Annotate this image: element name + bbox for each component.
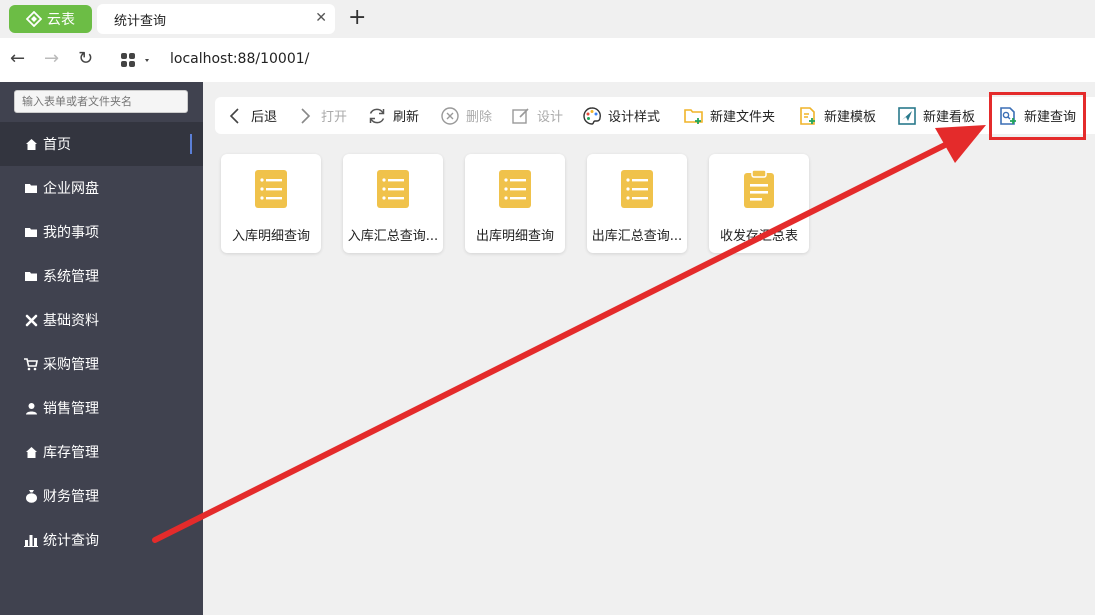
refresh-icon [369,108,385,123]
sidebar-item-statistics-query[interactable]: 统计查询 [0,518,203,562]
folder-icon [24,225,38,239]
card-item[interactable]: 入库明细查询 [221,154,321,253]
sidebar-item-inventory-management[interactable]: 库存管理 [0,430,203,474]
sidebar-item-finance-management[interactable]: 财务管理 [0,474,203,518]
address-text[interactable]: localhost:88/10001/ [170,51,309,67]
reload-icon[interactable]: ↻ [78,48,93,69]
card-label: 出库汇总查询... [591,229,683,244]
sidebar-item-home[interactable]: 首页 [0,122,203,166]
chevron-right-icon [301,107,311,124]
sidebar-item-label: 销售管理 [43,401,99,417]
refresh-label: 刷新 [393,110,420,125]
refresh-button[interactable]: 刷新 [367,97,419,134]
browser-tab[interactable]: 统计查询 ✕ [97,4,335,34]
app-logo-icon [26,11,42,27]
card-label: 入库明细查询 [231,229,310,244]
user-icon [24,401,38,415]
card-item[interactable]: 收发存汇总表 [709,154,809,253]
back-button[interactable]: 后退 [225,97,277,134]
new-folder-button[interactable]: 新建文件夹 [684,97,775,134]
money-bag-icon [24,489,38,503]
bar-chart-icon [24,533,38,547]
toolbar: 后退 打开 刷新 删除 设计 设计样式 新建文件夹 新建模板 新建看板 新建查询 [215,97,1095,134]
card-label: 收发存汇总表 [719,229,798,244]
back-arrow-icon[interactable]: ← [10,48,25,69]
design-style-label: 设计样式 [608,110,661,125]
sidebar-item-purchase-management[interactable]: 采购管理 [0,342,203,386]
home-icon [24,445,38,459]
list-doc-icon [377,170,409,208]
sidebar-item-sales-management[interactable]: 销售管理 [0,386,203,430]
chevron-left-icon [229,107,239,124]
sidebar-item-label: 我的事项 [43,225,99,241]
close-icon[interactable]: ✕ [315,10,327,26]
list-doc-icon [499,170,531,208]
tab-title: 统计查询 [114,13,167,29]
highlight-box [989,92,1086,140]
list-doc-icon [255,170,287,208]
open-button[interactable]: 打开 [295,97,347,134]
sidebar-item-label: 基础资料 [43,313,99,329]
folder-icon [24,181,38,195]
delete-label: 删除 [466,110,493,125]
new-template-icon [800,106,815,125]
sidebar-item-my-tasks[interactable]: 我的事项 [0,210,203,254]
sidebar-item-label: 首页 [43,137,71,153]
card-label: 入库汇总查询... [347,229,439,244]
forward-arrow-icon[interactable]: → [44,48,59,69]
cart-icon [24,357,38,371]
card-item[interactable]: 出库汇总查询... [587,154,687,253]
new-template-label: 新建模板 [824,110,877,125]
apps-grid-icon[interactable] [120,52,150,72]
sidebar-item-enterprise-drive[interactable]: 企业网盘 [0,166,203,210]
card-label: 出库明细查询 [475,229,554,244]
sidebar-item-label: 财务管理 [43,489,99,505]
folder-icon [24,269,38,283]
new-dashboard-button[interactable]: 新建看板 [897,97,975,134]
browser-tab-bar: 云表 统计查询 ✕ + [0,0,1095,38]
new-tab-icon[interactable]: + [348,6,366,30]
design-button[interactable]: 设计 [511,97,563,134]
sidebar: 首页 企业网盘 我的事项 系统管理 基础资料 [0,82,203,615]
sidebar-search-input[interactable] [14,90,188,113]
sidebar-item-system-management[interactable]: 系统管理 [0,254,203,298]
design-style-button[interactable]: 设计样式 [582,97,660,134]
tools-icon [24,313,38,327]
sidebar-item-label: 统计查询 [43,533,99,549]
sidebar-item-basic-data[interactable]: 基础资料 [0,298,203,342]
palette-icon [583,106,601,125]
address-bar [0,38,1095,82]
delete-button[interactable]: 删除 [440,97,492,134]
new-folder-icon [684,108,703,124]
app-badge[interactable]: 云表 [9,5,92,33]
app-name: 云表 [47,12,75,28]
new-dashboard-label: 新建看板 [923,110,976,125]
new-template-button[interactable]: 新建模板 [798,97,876,134]
delete-circle-icon [441,106,459,125]
sidebar-item-label: 采购管理 [43,357,99,373]
back-label: 后退 [251,110,278,125]
card-item[interactable]: 入库汇总查询... [343,154,443,253]
home-icon [24,137,38,151]
sidebar-item-label: 库存管理 [43,445,99,461]
card-item[interactable]: 出库明细查询 [465,154,565,253]
new-folder-label: 新建文件夹 [710,110,776,125]
sidebar-item-label: 企业网盘 [43,181,99,197]
edit-icon [512,107,529,124]
open-label: 打开 [321,110,348,125]
list-doc-icon [621,170,653,208]
design-label: 设计 [537,110,564,125]
sidebar-item-label: 系统管理 [43,269,99,285]
new-dashboard-icon [898,106,916,125]
sidebar-menu: 首页 企业网盘 我的事项 系统管理 基础资料 采购管理 销售管理 库存管理 财务… [0,122,203,562]
clipboard-icon [744,169,774,208]
